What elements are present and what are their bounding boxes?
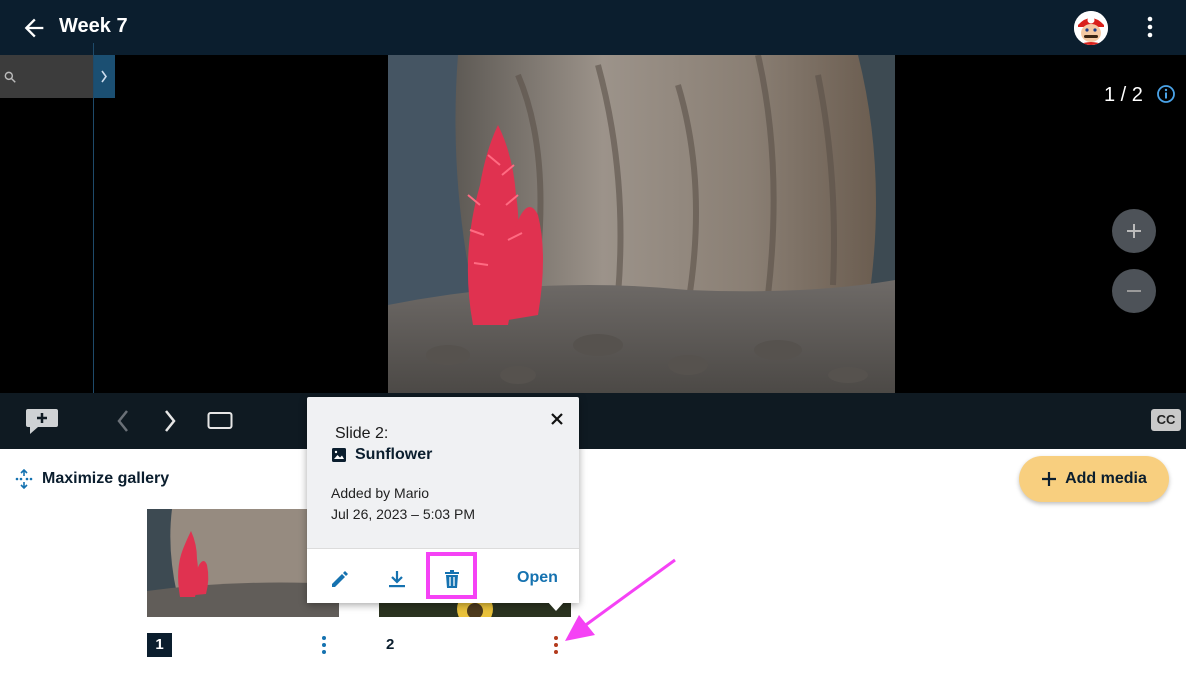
slide-frame-icon[interactable]	[207, 411, 233, 431]
sidebar-toggle-button[interactable]	[93, 55, 115, 98]
zoom-in-button[interactable]	[1112, 209, 1156, 253]
back-arrow-icon[interactable]	[20, 14, 48, 42]
zoom-out-button[interactable]	[1112, 269, 1156, 313]
annotation-arrow	[565, 558, 676, 641]
maximize-icon	[15, 469, 33, 489]
maximize-gallery-label: Maximize gallery	[42, 470, 170, 487]
slide-counter: 1 / 2	[1104, 84, 1143, 106]
page-title: Week 7	[59, 15, 128, 37]
chevron-right-icon	[101, 70, 107, 83]
gallery-item-number: 2	[386, 636, 395, 653]
slide-label: Slide 2:	[335, 425, 389, 442]
search-icon	[4, 71, 16, 83]
download-icon[interactable]	[386, 568, 408, 590]
search-input[interactable]	[0, 55, 93, 98]
viewer-controls: CC	[0, 393, 1186, 449]
slide-name-text: Sunflower	[355, 446, 433, 463]
slide-viewer: 1 / 2	[0, 55, 1186, 393]
edit-icon[interactable]	[329, 568, 351, 590]
open-button[interactable]: Open	[517, 569, 558, 587]
slide-image	[388, 55, 895, 393]
image-icon	[332, 448, 346, 462]
previous-slide-icon[interactable]	[113, 406, 133, 436]
top-bar: Week 7	[0, 0, 1186, 55]
add-media-button[interactable]: Add media	[1019, 456, 1169, 502]
sidebar-divider	[93, 43, 94, 393]
zoom-in-icon	[1127, 224, 1141, 238]
gallery-item-number: 1	[147, 633, 172, 657]
maximize-gallery-button[interactable]: Maximize gallery	[14, 468, 169, 490]
trash-highlight-box	[426, 552, 477, 599]
added-by: Added by Mario	[331, 485, 430, 501]
more-options-icon[interactable]	[1136, 12, 1164, 42]
plus-icon	[1042, 472, 1057, 486]
add-comment-icon[interactable]	[24, 406, 60, 436]
added-date: Jul 26, 2023 – 5:03 PM	[331, 506, 475, 522]
add-media-label: Add media	[1065, 470, 1147, 487]
slide-name: Sunflower	[331, 446, 432, 464]
info-icon[interactable]	[1156, 84, 1176, 104]
kebab-icon[interactable]	[319, 634, 329, 656]
close-icon[interactable]	[547, 409, 567, 429]
zoom-out-icon	[1127, 290, 1141, 292]
closed-captions-button[interactable]: CC	[1151, 409, 1181, 431]
avatar[interactable]	[1074, 11, 1108, 45]
next-slide-icon[interactable]	[160, 406, 180, 436]
